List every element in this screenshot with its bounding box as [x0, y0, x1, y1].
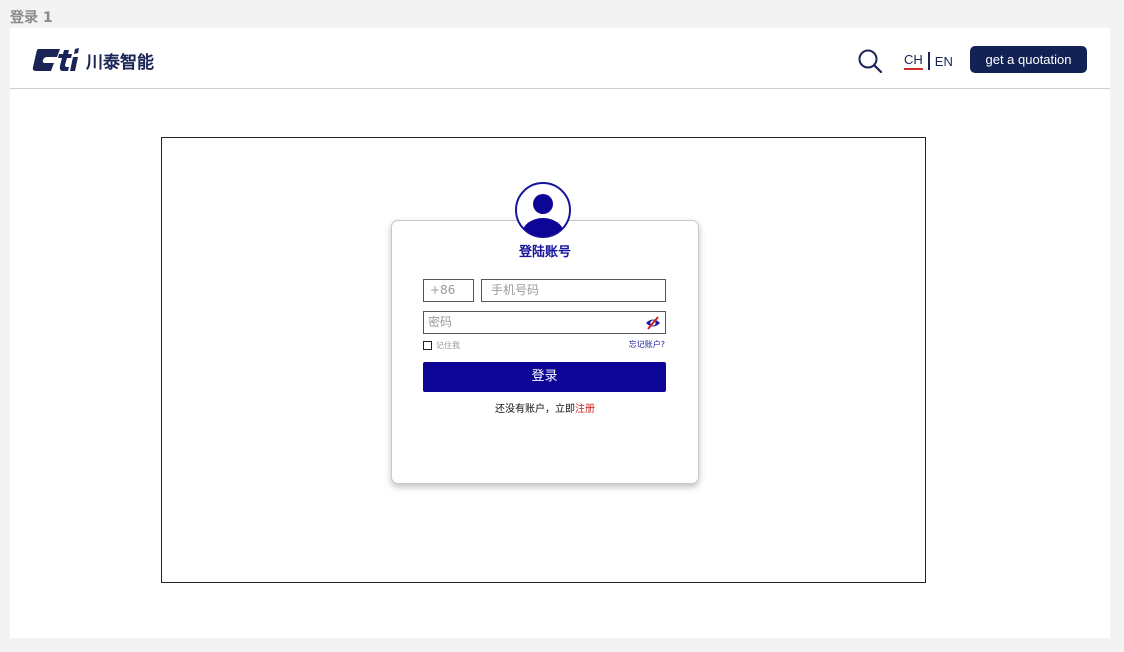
- hide-password-eye-icon[interactable]: [645, 315, 661, 331]
- language-switcher: CH EN: [904, 51, 953, 71]
- login-title: 登陆账号: [518, 245, 571, 260]
- search-icon[interactable]: [857, 48, 883, 74]
- lang-ch-link[interactable]: CH: [904, 52, 923, 70]
- logo-mark-icon: [32, 48, 79, 71]
- site-header: 川泰智能 CH EN get a quotation: [10, 28, 1110, 89]
- lang-divider: [927, 52, 930, 70]
- register-link[interactable]: 注册: [575, 404, 595, 415]
- register-prompt-text: 还没有账户，立即: [495, 404, 575, 415]
- login-card: 登陆账号 +86 手机号码 密码 记住我 忘记账户? 登录 还没有账户，立即注册: [391, 220, 699, 484]
- phone-number-input[interactable]: 手机号码: [481, 279, 666, 302]
- country-code-field[interactable]: +86: [423, 279, 474, 302]
- remember-me-checkbox[interactable]: [423, 340, 432, 350]
- password-placeholder: 密码: [428, 315, 453, 329]
- get-quotation-button[interactable]: get a quotation: [970, 46, 1087, 73]
- user-avatar-icon: [515, 182, 571, 238]
- password-input[interactable]: 密码: [423, 311, 666, 334]
- page-label: 登录 1: [10, 10, 53, 26]
- login-button[interactable]: 登录: [423, 362, 666, 392]
- content-canvas: 登陆账号 +86 手机号码 密码 记住我 忘记账户? 登录 还没有账户，立即注册: [161, 137, 926, 583]
- remember-me[interactable]: 记住我: [423, 339, 460, 351]
- forgot-account-link[interactable]: 忘记账户?: [629, 339, 665, 350]
- app-frame: 川泰智能 CH EN get a quotation 登陆账号 +86 手机号码…: [10, 28, 1110, 638]
- remember-me-label: 记住我: [436, 340, 460, 350]
- register-prompt: 还没有账户，立即注册: [392, 400, 698, 415]
- logo-text: 川泰智能: [86, 52, 154, 73]
- logo[interactable]: 川泰智能: [32, 45, 154, 75]
- lang-en-link[interactable]: EN: [935, 54, 953, 69]
